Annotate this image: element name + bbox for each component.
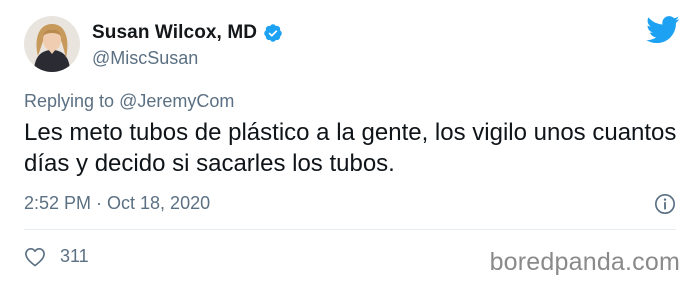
verified-badge-icon — [264, 24, 282, 42]
info-icon[interactable] — [654, 193, 676, 215]
avatar[interactable] — [24, 16, 80, 72]
avatar-image — [24, 16, 80, 72]
tweet-card: Susan Wilcox, MD @MiscSusan Replying to … — [0, 0, 700, 284]
display-name[interactable]: Susan Wilcox, MD — [92, 22, 257, 44]
like-button[interactable]: 311 — [24, 246, 89, 267]
divider — [24, 229, 676, 230]
author-name-row: Susan Wilcox, MD — [92, 22, 283, 44]
replying-to-handle[interactable]: @JeremyCom — [119, 91, 234, 111]
replying-prefix: Replying to — [24, 91, 120, 111]
watermark: boredpanda.com — [489, 248, 680, 276]
heart-icon — [25, 247, 45, 266]
like-count: 311 — [60, 246, 89, 266]
tweet-text: Les meto tubos de plástico a la gente, l… — [24, 119, 677, 177]
twitter-bird-icon[interactable] — [646, 16, 680, 44]
tweet-timestamp[interactable]: 2:52 PM · Oct 18, 2020 — [24, 193, 210, 214]
author-handle[interactable]: @MiscSusan — [92, 48, 198, 69]
replying-to-line: Replying to @JeremyCom — [24, 91, 234, 112]
